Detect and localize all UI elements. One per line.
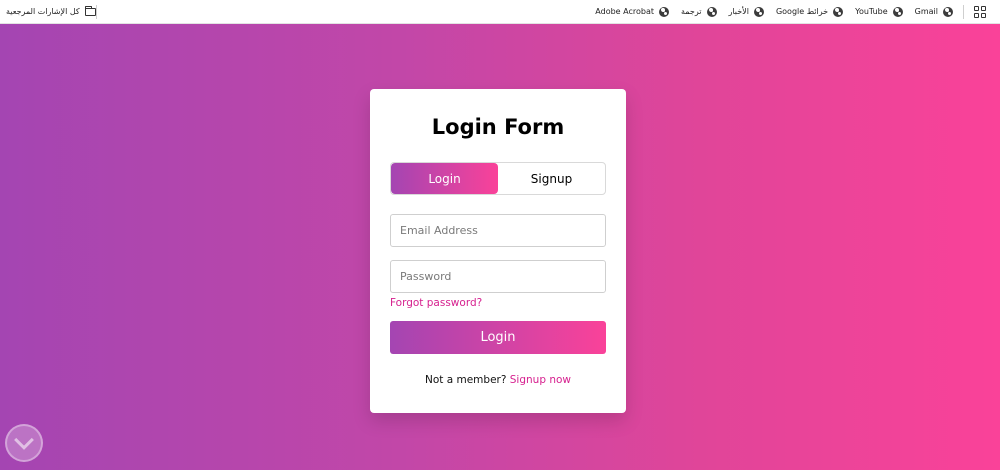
bookmark-label: Adobe Acrobat [595,7,654,16]
bookmarks-separator [963,4,964,19]
page-background: Login Form Login Signup Forgot password?… [0,24,1000,470]
globe-icon [833,6,844,17]
bookmark-label: ترجمة [681,7,702,16]
tab-login[interactable]: Login [391,163,498,194]
bookmark-label: خرائط Google [775,7,829,16]
login-button[interactable]: Login [390,321,606,354]
bookmarks-separator [95,4,97,19]
signup-prompt: Not a member? Signup now [390,374,606,386]
email-field[interactable] [390,214,606,247]
tab-signup[interactable]: Signup [498,163,605,194]
folder-icon [84,5,96,16]
bookmark-label: Gmail [914,7,938,16]
not-member-text: Not a member? [424,374,507,386]
globe-icon [753,6,764,17]
signup-link[interactable]: Signup now [510,374,571,386]
watermark-logo [5,424,43,462]
apps-grid-icon[interactable] [974,5,986,18]
bookmarks-bar: Gmail YouTube خرائط Google الأخبار ترجمة… [0,0,1000,24]
all-bookmarks-label: كل الإشارات المرجعية [6,7,80,16]
bookmark-label: YouTube [855,7,888,16]
bookmark-adobe-acrobat[interactable]: Adobe Acrobat [595,6,669,17]
login-card: Login Form Login Signup Forgot password?… [370,89,626,413]
globe-icon [892,6,903,17]
bookmark-translate[interactable]: ترجمة [681,6,717,17]
globe-icon [706,6,717,17]
bookmark-gmail[interactable]: Gmail [914,6,953,17]
bookmark-google-maps[interactable]: خرائط Google [775,6,844,17]
page-title: Login Form [431,115,565,139]
bookmark-youtube[interactable]: YouTube [855,6,903,17]
form-tabs: Login Signup [390,162,606,195]
globe-icon [659,6,669,17]
password-field[interactable] [390,260,606,293]
all-bookmarks-button[interactable]: كل الإشارات المرجعية [6,5,96,16]
bookmark-label: الأخبار [728,7,749,16]
forgot-password-link[interactable]: Forgot password? [390,297,606,309]
bookmark-news[interactable]: الأخبار [728,6,764,17]
watermark-v-shape [14,430,34,450]
globe-icon [943,6,953,17]
